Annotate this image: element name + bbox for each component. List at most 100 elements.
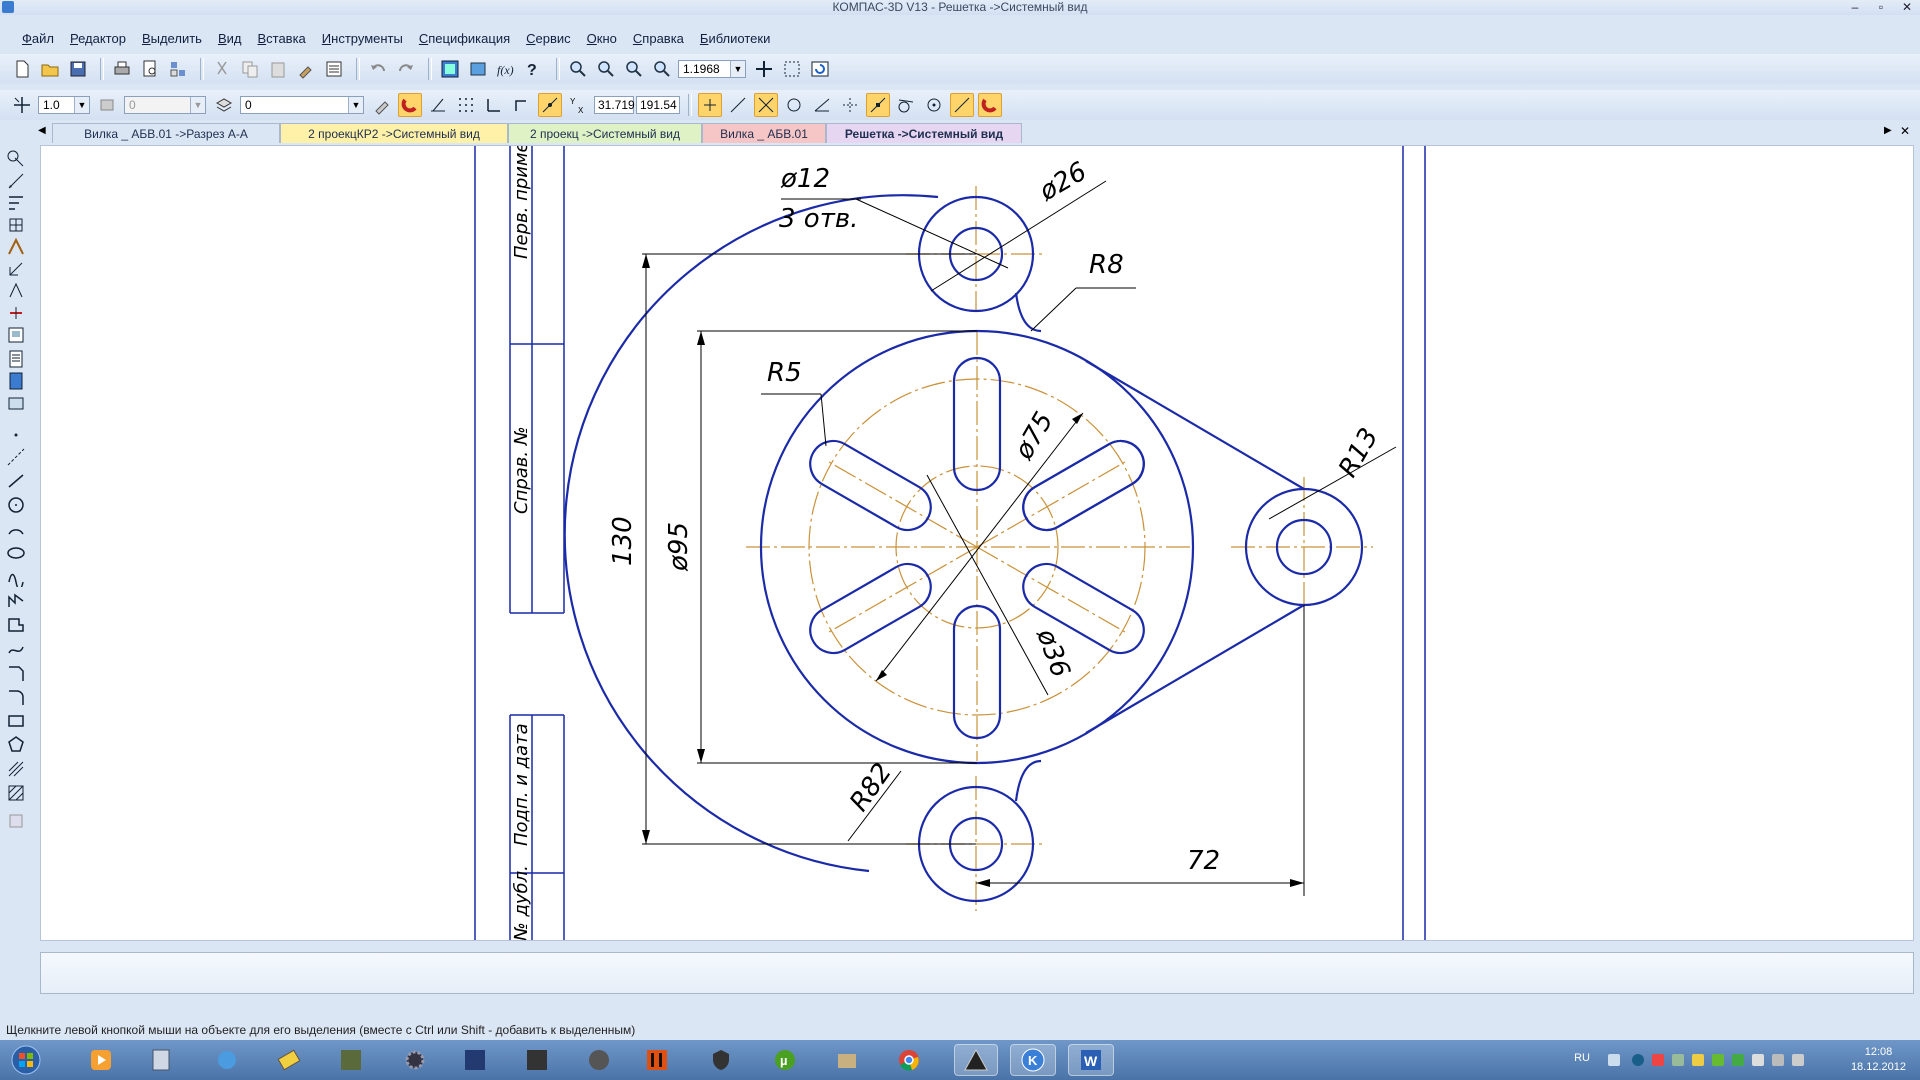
manager-icon[interactable]: [166, 57, 190, 81]
snap-magnet-icon[interactable]: [398, 93, 422, 117]
tab-fork-section[interactable]: Вилка _ АБВ.01 ->Разрез А-А: [52, 123, 280, 143]
media-player-icon[interactable]: [84, 1044, 118, 1076]
layers-icon[interactable]: [212, 93, 236, 117]
tree-panel-icon[interactable]: [438, 57, 462, 81]
minimize-button[interactable]: –: [1842, 0, 1868, 15]
print-icon[interactable]: [110, 57, 134, 81]
insert-icon[interactable]: [6, 393, 26, 413]
ellipse-icon[interactable]: [6, 543, 26, 563]
game-icon-4[interactable]: [582, 1044, 616, 1076]
menu-file[interactable]: Файл: [14, 31, 62, 46]
zoom-out-icon[interactable]: [622, 57, 646, 81]
language-indicator[interactable]: RU: [1574, 1052, 1590, 1064]
tab-grid-active[interactable]: Решетка ->Системный вид: [826, 123, 1022, 143]
library-manager-icon[interactable]: [466, 57, 490, 81]
app-tray-icon[interactable]: [1712, 1054, 1724, 1066]
snap-angle-icon[interactable]: [810, 93, 834, 117]
paste-icon[interactable]: [266, 57, 290, 81]
menu-insert[interactable]: Вставка: [249, 31, 313, 46]
folder-tray-icon[interactable]: [1692, 1054, 1704, 1066]
game-icon-3[interactable]: [520, 1044, 554, 1076]
segment-icon[interactable]: [6, 471, 26, 491]
display-tray-icon[interactable]: [1772, 1054, 1784, 1066]
zoom-window-icon[interactable]: [566, 57, 590, 81]
game-icon-5[interactable]: [640, 1044, 674, 1076]
torrent-icon[interactable]: µ: [768, 1044, 802, 1076]
menu-specification[interactable]: Спецификация: [411, 31, 518, 46]
snap-nearest-icon[interactable]: [698, 93, 722, 117]
coord-y-field[interactable]: 191.54: [636, 96, 680, 114]
menu-libraries[interactable]: Библиотеки: [692, 31, 778, 46]
equidistant-icon[interactable]: [6, 759, 26, 779]
chevron-down-icon[interactable]: ▼: [74, 97, 89, 113]
tab-scroll-left-icon[interactable]: ◀: [38, 125, 46, 136]
edit-icon[interactable]: [6, 215, 26, 235]
refresh-icon[interactable]: [808, 57, 832, 81]
tab-scroll-right-icon[interactable]: ▶: [1884, 125, 1892, 136]
edit-style-icon[interactable]: [370, 93, 394, 117]
chevron-down-icon[interactable]: ▼: [730, 61, 745, 77]
fillet-icon[interactable]: [6, 687, 26, 707]
hatch-icon[interactable]: [6, 783, 26, 803]
settings-gear-icon[interactable]: [398, 1044, 432, 1076]
snap-endpoint-icon[interactable]: [726, 93, 750, 117]
chevron-down-icon[interactable]: ▼: [348, 97, 363, 113]
curve-icon[interactable]: [6, 639, 26, 659]
open-icon[interactable]: [38, 57, 62, 81]
undo-icon[interactable]: [366, 57, 390, 81]
spline-icon[interactable]: [6, 567, 26, 587]
polyline-icon[interactable]: [6, 591, 26, 611]
chevron-down-icon[interactable]: ▼: [190, 97, 205, 113]
menu-service[interactable]: Сервис: [518, 31, 579, 46]
circle-icon[interactable]: [6, 495, 26, 515]
menu-tools[interactable]: Инструменты: [314, 31, 411, 46]
game-icon-1[interactable]: [334, 1044, 368, 1076]
properties-icon[interactable]: [322, 57, 346, 81]
preview-icon[interactable]: [138, 57, 162, 81]
snap-intersection-icon[interactable]: [754, 93, 778, 117]
step-cursor-icon[interactable]: [10, 93, 34, 117]
maximize-button[interactable]: ▫: [1868, 0, 1894, 15]
menu-editor[interactable]: Редактор: [62, 31, 134, 46]
ortho-icon[interactable]: [426, 93, 450, 117]
process-tray-icon[interactable]: [1732, 1054, 1744, 1066]
zoom-combo[interactable]: 1.1968 ▼: [678, 60, 746, 78]
tab-projection-kr2[interactable]: 2 проекцКР2 ->Системный вид: [280, 123, 508, 143]
step-combo[interactable]: 1.0 ▼: [38, 96, 90, 114]
tab-fork[interactable]: Вилка _ АБВ.01: [702, 123, 826, 143]
chamfer-icon[interactable]: [6, 663, 26, 683]
folder-app-icon[interactable]: [830, 1044, 864, 1076]
layer-combo[interactable]: 0 ▼: [124, 96, 206, 114]
round-icon[interactable]: [538, 93, 562, 117]
flag-tray-icon[interactable]: [1752, 1054, 1764, 1066]
cut-icon[interactable]: [210, 57, 234, 81]
snap-point-icon[interactable]: [922, 93, 946, 117]
snap-center-icon[interactable]: [782, 93, 806, 117]
menu-select[interactable]: Выделить: [134, 31, 210, 46]
calculator-icon[interactable]: [144, 1044, 178, 1076]
start-button[interactable]: [8, 1044, 44, 1076]
format-brush-icon[interactable]: [294, 57, 318, 81]
variables-icon[interactable]: f(x): [494, 57, 518, 81]
designations-icon[interactable]: [6, 193, 26, 213]
dimensions-icon[interactable]: [6, 171, 26, 191]
menu-help[interactable]: Справка: [625, 31, 692, 46]
zoom-in-icon[interactable]: [594, 57, 618, 81]
collection-icon[interactable]: [6, 811, 26, 831]
drawing-canvas[interactable]: Перв. примен. Справ. № Подп. и дата № ду…: [40, 145, 1914, 941]
show-all-icon[interactable]: [780, 57, 804, 81]
network-icon[interactable]: [210, 1044, 244, 1076]
measure-icon[interactable]: [6, 259, 26, 279]
redo-icon[interactable]: [394, 57, 418, 81]
save-icon[interactable]: [66, 57, 90, 81]
new-document-icon[interactable]: [10, 57, 34, 81]
drawing-sheet[interactable]: Перв. примен. Справ. № Подп. и дата № ду…: [41, 146, 1913, 940]
volume-tray-icon[interactable]: [1792, 1054, 1804, 1066]
geometry-icon[interactable]: [6, 149, 26, 169]
antivirus-tray-icon[interactable]: [1652, 1054, 1664, 1066]
shield-icon[interactable]: [704, 1044, 738, 1076]
kompas-k-task-icon[interactable]: K: [1010, 1044, 1056, 1076]
grid-icon[interactable]: [454, 93, 478, 117]
snap-magnet-2-icon[interactable]: [978, 93, 1002, 117]
pan-icon[interactable]: [752, 57, 776, 81]
